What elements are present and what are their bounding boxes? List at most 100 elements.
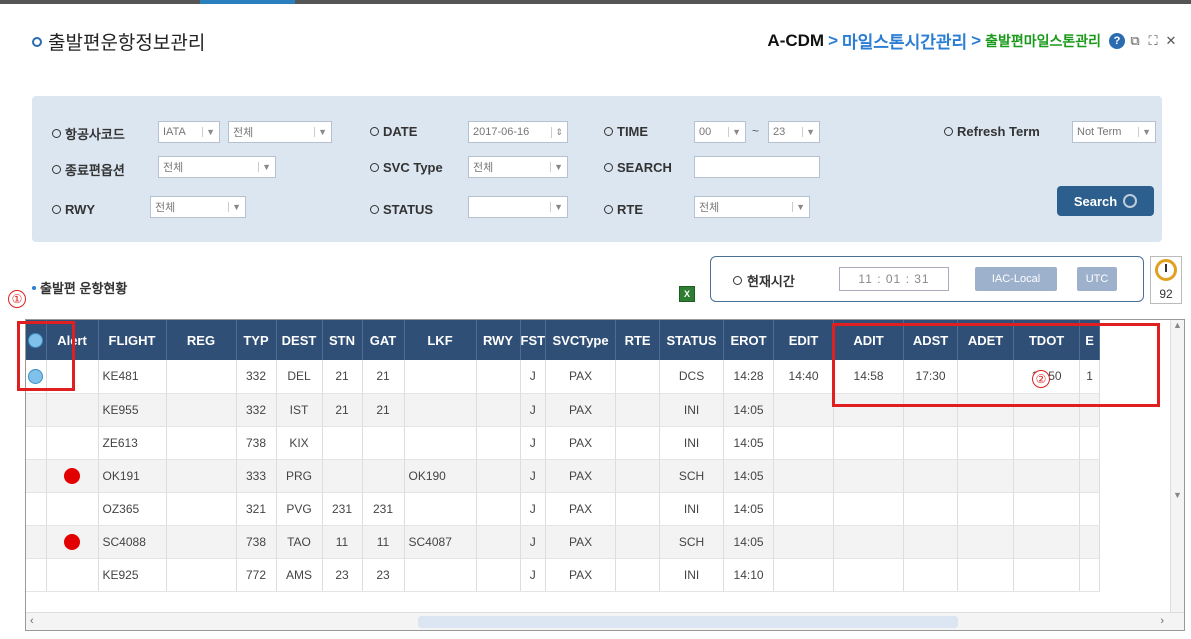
cell-rte [615, 558, 661, 592]
cell-tdot [1013, 426, 1081, 460]
cell-rte [615, 393, 661, 427]
breadcrumb-mid[interactable]: 마일스톤시간관리 [842, 28, 967, 53]
cell-stn: 23 [322, 558, 363, 592]
cell-dest: KIX [276, 426, 323, 460]
row-icon-cell [26, 426, 47, 460]
cell-rte [615, 360, 661, 394]
date-spinner-icon[interactable]: ⇕ [551, 126, 563, 138]
end-option-select[interactable]: 전체 ▼ [158, 156, 276, 178]
cell-flight: ZE613 [98, 426, 167, 460]
cell-stn [322, 459, 363, 493]
cell-flight: SC4088 [98, 525, 167, 559]
table-row[interactable]: OZ365 321 PVG 231 231 J PAX INI 14:05 [26, 492, 1101, 526]
time-to-select[interactable]: 23 ▼ [768, 121, 820, 143]
cell-rwy [476, 426, 521, 460]
cell-erot: 14:05 [723, 492, 775, 526]
label-bullet-icon [370, 205, 379, 214]
search-button-label: Search [1073, 193, 1118, 209]
table-row[interactable]: SC4088 738 TAO 11 11 SC4087 J PAX SCH 14:05 [26, 525, 1101, 559]
cell-flight: KE955 [98, 393, 167, 427]
column-header[interactable]: REG [166, 320, 237, 360]
cell-adst [903, 525, 959, 559]
cell-status: INI [659, 492, 725, 526]
status-select[interactable]: ▼ [468, 196, 568, 218]
search-button[interactable]: Search [1057, 186, 1154, 216]
popout-icon[interactable]: ⧉ [1127, 33, 1143, 49]
cell-dest: PRG [276, 459, 323, 493]
alarm-widget[interactable]: 92 [1150, 256, 1182, 304]
cell-adet [957, 459, 1015, 493]
column-header[interactable]: FST [520, 320, 547, 360]
cell-adet [957, 492, 1015, 526]
horizontal-scroll-thumb[interactable] [418, 616, 958, 628]
label-bullet-icon [370, 127, 379, 136]
horizontal-scrollbar[interactable]: ‹ › [26, 612, 1184, 630]
column-header[interactable]: RWY [476, 320, 521, 360]
cell-erot: 14:05 [723, 393, 775, 427]
cell-typ: 738 [236, 525, 277, 559]
help-icon[interactable]: ? [1109, 32, 1125, 49]
cell-rwy [476, 525, 521, 559]
cell-typ: 738 [236, 426, 277, 460]
label-bullet-icon [52, 129, 61, 138]
row-icon-cell [26, 525, 47, 559]
cell-rwy [476, 558, 521, 592]
scroll-right-icon[interactable]: › [1160, 615, 1164, 627]
cell-dest: IST [276, 393, 323, 427]
table-row[interactable]: KE925 772 AMS 23 23 J PAX INI 14:10 [26, 558, 1101, 592]
cell-e [1079, 525, 1101, 559]
column-header[interactable]: EDIT [773, 320, 835, 360]
local-time-button[interactable]: IAC-Local [975, 267, 1057, 291]
vertical-scrollbar[interactable]: ▲ ▼ [1170, 320, 1184, 615]
search-input[interactable] [694, 156, 820, 178]
cell-svc: PAX [545, 525, 617, 559]
breadcrumb-root[interactable]: A-CDM [767, 31, 824, 51]
chevron-down-icon: ▼ [550, 202, 563, 212]
alert-cell [46, 558, 99, 592]
cell-adet [957, 525, 1015, 559]
column-header[interactable]: FLIGHT [98, 320, 167, 360]
cell-lkf [404, 558, 477, 592]
row-icon-cell [26, 459, 47, 493]
cell-edit [773, 558, 835, 592]
excel-export-icon[interactable]: X [679, 286, 695, 302]
fullscreen-icon[interactable]: ⛶ [1145, 33, 1161, 49]
column-header[interactable]: EROT [723, 320, 775, 360]
column-header[interactable]: STN [322, 320, 363, 360]
svc-type-select[interactable]: 전체 ▼ [468, 156, 568, 178]
label-bullet-icon [52, 205, 61, 214]
cell-reg [166, 393, 237, 427]
column-header[interactable]: LKF [404, 320, 477, 360]
time-from-select[interactable]: 00 ▼ [694, 121, 746, 143]
scroll-left-icon[interactable]: ‹ [30, 615, 34, 627]
cell-erot: 14:05 [723, 459, 775, 493]
cell-fst: J [520, 360, 547, 394]
cell-edit [773, 525, 835, 559]
rte-select[interactable]: 전체 ▼ [694, 196, 810, 218]
cell-erot: 14:28 [723, 360, 775, 394]
column-header[interactable]: TYP [236, 320, 277, 360]
column-header[interactable]: RTE [615, 320, 661, 360]
app-frame: 출발편운항정보관리 A-CDM > 마일스톤시간관리 > 출발편마일스톤관리 ?… [0, 0, 1191, 639]
row-icon-cell [26, 558, 47, 592]
cell-reg [166, 426, 237, 460]
label-bullet-icon [733, 276, 742, 285]
airline-label: 항공사코드 [52, 124, 125, 143]
date-label: DATE [370, 124, 417, 139]
date-field[interactable]: 2017-06-16 ⇕ [468, 121, 568, 143]
close-icon[interactable]: ✕ [1163, 33, 1179, 49]
utc-time-button[interactable]: UTC [1077, 267, 1117, 291]
table-row[interactable]: OK191 333 PRG OK190 J PAX SCH 14:05 [26, 459, 1101, 493]
cell-lkf [404, 492, 477, 526]
column-header[interactable]: SVCType [545, 320, 617, 360]
cell-dest: TAO [276, 525, 323, 559]
table-row[interactable]: ZE613 738 KIX J PAX INI 14:05 [26, 426, 1101, 460]
column-header[interactable]: DEST [276, 320, 323, 360]
refresh-select[interactable]: Not Term ▼ [1072, 121, 1156, 143]
rwy-select[interactable]: 전체 ▼ [150, 196, 246, 218]
column-header[interactable]: GAT [362, 320, 405, 360]
airline-select[interactable]: 전체 ▼ [228, 121, 332, 143]
cell-dest: AMS [276, 558, 323, 592]
column-header[interactable]: STATUS [659, 320, 725, 360]
airline-type-select[interactable]: IATA ▼ [158, 121, 220, 143]
